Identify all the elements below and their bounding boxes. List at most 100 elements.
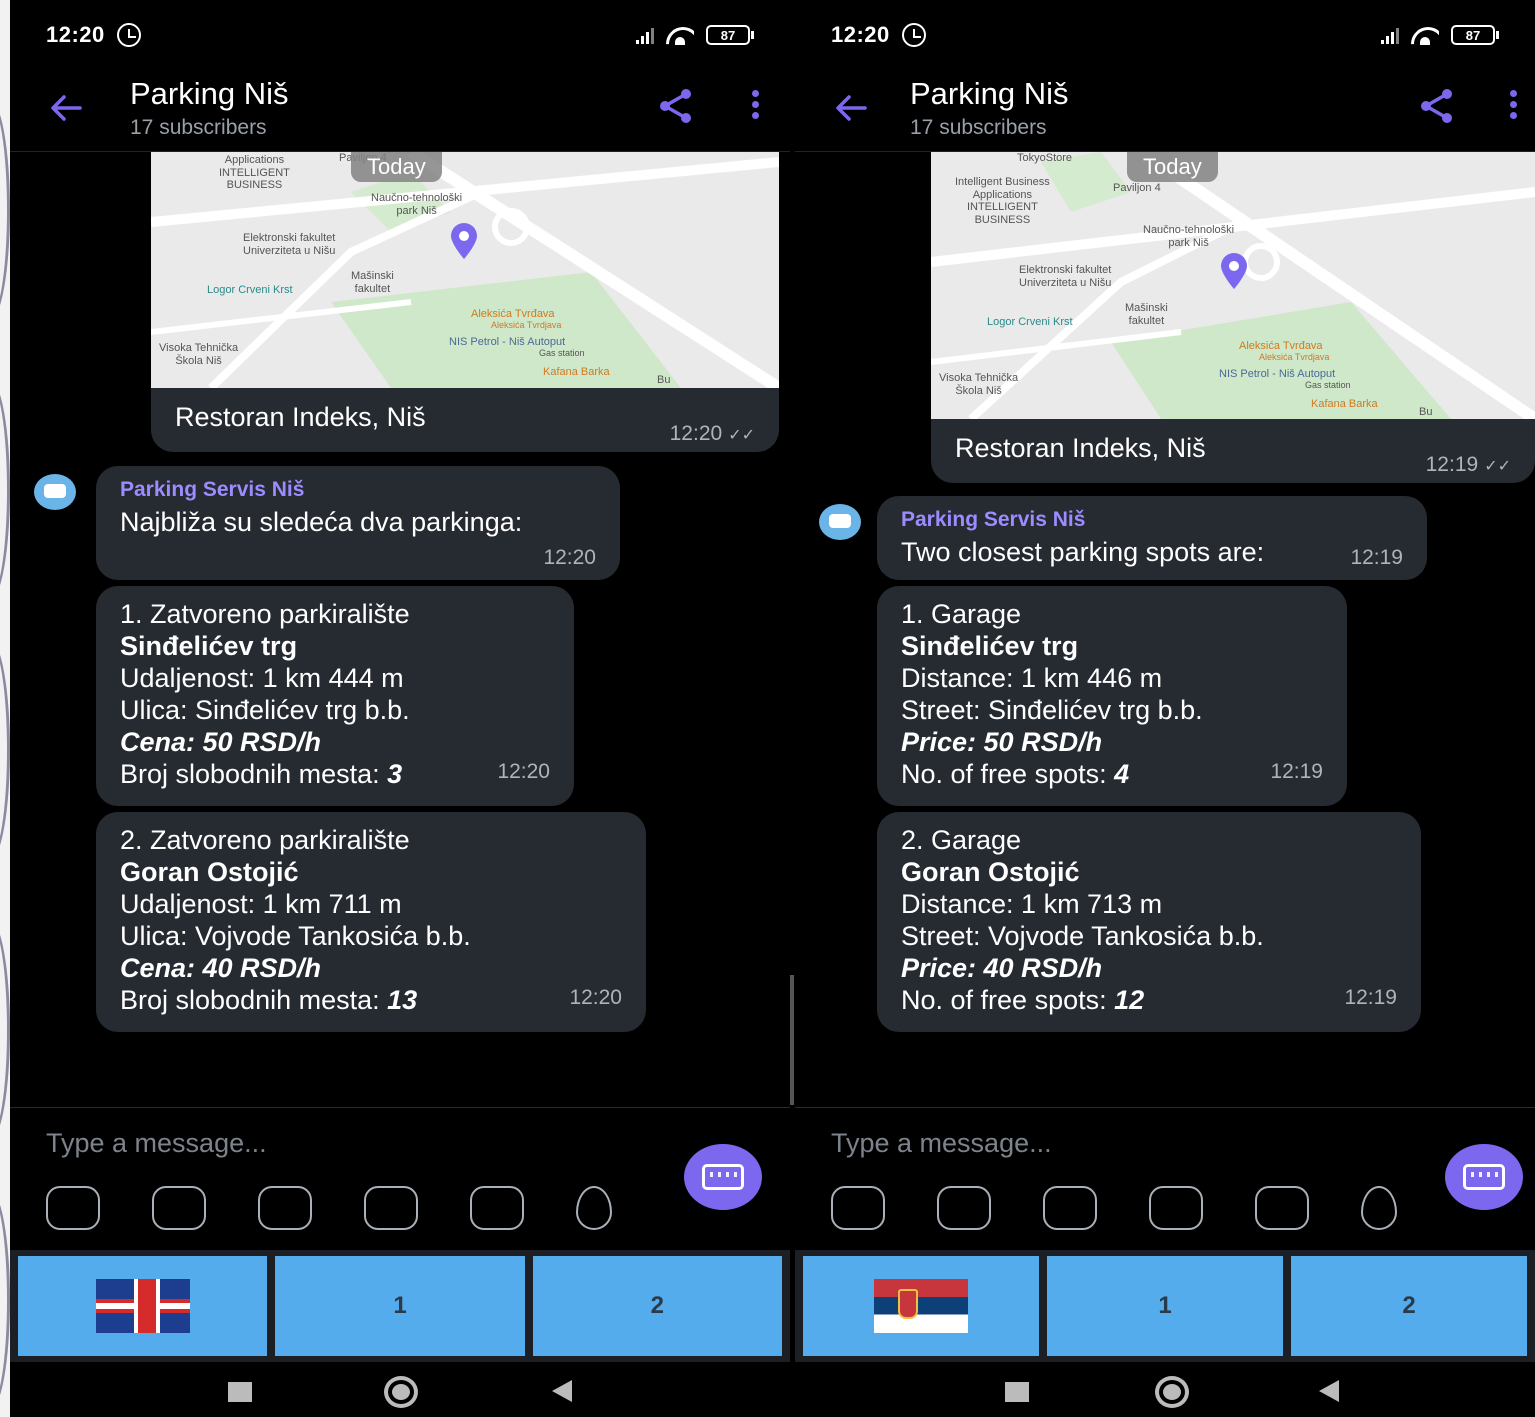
map-label: Aleksića Tvrdjava (1259, 352, 1330, 362)
location-pin-icon[interactable] (576, 1186, 612, 1230)
message-input[interactable] (831, 1128, 1371, 1159)
doodle-icon[interactable] (152, 1186, 206, 1230)
message-time: 12:20 ✓✓ (669, 422, 755, 445)
sticker-icon[interactable] (46, 1186, 100, 1230)
gif-icon[interactable] (364, 1186, 418, 1230)
home-button[interactable] (1155, 1376, 1189, 1408)
spot-free-places: No. of free spots: 4 (901, 759, 1130, 789)
chat-area: TokyoStore Intelligent Business Applicati… (795, 152, 1535, 1107)
back-button[interactable] (1319, 1380, 1339, 1402)
map-label: Mašinski fakultet (351, 270, 394, 295)
map-label: Paviljon 4 (1113, 182, 1161, 194)
language-button[interactable] (803, 1256, 1039, 1356)
option-1-button[interactable]: 1 (1047, 1256, 1283, 1356)
home-button[interactable] (384, 1376, 418, 1408)
back-arrow-icon[interactable] (46, 88, 86, 128)
spot-price: Cena: 40 RSD/h (120, 953, 322, 983)
spot-name: Sinđelićev trg (120, 631, 298, 661)
signal-icon (1381, 26, 1399, 44)
map-label: Kafana Barka (543, 366, 610, 378)
bot-avatar-icon[interactable] (34, 474, 76, 510)
battery-icon: 87 (1451, 25, 1499, 45)
spot-title: 1. Zatvoreno parkiralište (120, 599, 410, 629)
doodle-icon[interactable] (937, 1186, 991, 1230)
spot-street: Ulica: Sinđelićev trg b.b. (120, 695, 410, 725)
subscriber-count: 17 subscribers (130, 116, 267, 139)
spot-free-places: Broj slobodnih mesta: 3 (120, 759, 403, 789)
share-icon[interactable] (1417, 86, 1457, 126)
camera-icon[interactable] (1043, 1186, 1097, 1230)
more-vert-icon[interactable] (1507, 90, 1519, 124)
spot-street: Street: Vojvode Tankosića b.b. (901, 921, 1264, 951)
message-composer (795, 1107, 1535, 1250)
phone-screen-serbian: 12:20 87 Parking Niš 17 subscribers Appl… (10, 0, 790, 1417)
location-message[interactable]: ApplicationsINTELLIGENTBUSINESS Paviljon… (151, 152, 779, 452)
parking-spot-message[interactable]: 2. Zatvoreno parkiralište Goran Ostojić … (96, 812, 646, 1032)
chat-area: ApplicationsINTELLIGENTBUSINESS Paviljon… (10, 152, 790, 1107)
map-label: Kafana Barka (1311, 398, 1378, 410)
back-button[interactable] (552, 1380, 572, 1402)
recents-button[interactable] (228, 1382, 252, 1402)
channel-title[interactable]: Parking Niš (910, 76, 1069, 112)
spot-distance: Distance: 1 km 446 m (901, 663, 1163, 693)
intro-message[interactable]: Parking Servis Niš Two closest parking s… (877, 496, 1427, 580)
keyboard-toggle-button[interactable] (1445, 1144, 1523, 1210)
spot-distance: Udaljenost: 1 km 444 m (120, 663, 404, 693)
map-label: Visoka Tehnička Škola Niš (939, 372, 1019, 397)
map-label: Gas station (539, 348, 585, 358)
sender-name: Parking Servis Niš (901, 508, 1086, 531)
map-label: TokyoStore (1017, 152, 1073, 164)
map-thumbnail[interactable]: TokyoStore Intelligent Business Applicati… (931, 152, 1535, 419)
scrollbar[interactable] (790, 975, 794, 1105)
chat-header: Parking Niš 17 subscribers (10, 70, 790, 152)
language-button[interactable] (18, 1256, 268, 1356)
channel-title[interactable]: Parking Niš (130, 76, 289, 112)
option-2-button[interactable]: 2 (532, 1256, 782, 1356)
bot-avatar-icon[interactable] (819, 504, 861, 540)
map-thumbnail[interactable]: ApplicationsINTELLIGENTBUSINESS Paviljon… (151, 152, 779, 388)
message-time: 12:20 (543, 546, 596, 569)
bot-keyboard: 1 2 (795, 1250, 1535, 1362)
parking-spot-message[interactable]: 1. Garage Sinđelićev trg Distance: 1 km … (877, 586, 1347, 806)
map-label: NIS Petrol - Niš Autoput (449, 336, 566, 348)
uk-flag-icon (95, 1279, 190, 1333)
map-label: Naučno-tehnološki park Niš (371, 192, 463, 217)
status-time: 12:20 (46, 22, 105, 47)
option-2-button[interactable]: 2 (1291, 1256, 1527, 1356)
message-input[interactable] (46, 1128, 606, 1159)
gallery-icon[interactable] (1255, 1186, 1309, 1230)
location-pin-icon[interactable] (1361, 1186, 1397, 1230)
map-label: Aleksića Tvrdjava (491, 320, 562, 330)
gallery-icon[interactable] (470, 1186, 524, 1230)
sticker-icon[interactable] (831, 1186, 885, 1230)
gif-icon[interactable] (1149, 1186, 1203, 1230)
spot-distance: Distance: 1 km 713 m (901, 889, 1163, 919)
camera-icon[interactable] (258, 1186, 312, 1230)
parking-spot-message[interactable]: 2. Garage Goran Ostojić Distance: 1 km 7… (877, 812, 1421, 1032)
read-ticks-icon: ✓✓ (1484, 458, 1511, 475)
alarm-icon (116, 23, 141, 47)
option-1-button[interactable]: 1 (275, 1256, 525, 1356)
map-label: Bu (1419, 406, 1433, 418)
parking-spot-message[interactable]: 1. Zatvoreno parkiralište Sinđelićev trg… (96, 586, 574, 806)
location-message[interactable]: TokyoStore Intelligent Business Applicati… (931, 152, 1535, 483)
spot-name: Goran Ostojić (901, 857, 1080, 887)
share-icon[interactable] (656, 86, 696, 126)
recents-button[interactable] (1005, 1382, 1029, 1402)
keyboard-icon (702, 1164, 744, 1190)
back-arrow-icon[interactable] (831, 88, 871, 128)
spot-title: 2. Zatvoreno parkiralište (120, 825, 410, 855)
intro-message[interactable]: Parking Servis Niš Najbliža su sledeća d… (96, 466, 620, 580)
map-label: Applications INTELLIGENT BUSINESS (219, 154, 290, 192)
more-vert-icon[interactable] (749, 90, 761, 124)
sender-name: Parking Servis Niš (120, 478, 305, 501)
message-time: 12:19 (1270, 760, 1323, 783)
keyboard-toggle-button[interactable] (684, 1144, 762, 1210)
system-nav-bar (795, 1362, 1535, 1417)
map-label: Logor Crveni Krst (207, 284, 293, 296)
spot-distance: Udaljenost: 1 km 711 m (120, 889, 402, 919)
date-separator: Today (1127, 152, 1218, 182)
map-label: Naučno-tehnološki park Niš (1143, 224, 1235, 249)
status-bar: 12:20 87 (795, 0, 1535, 70)
map-label: Aleksića Tvrđava (1239, 340, 1323, 352)
